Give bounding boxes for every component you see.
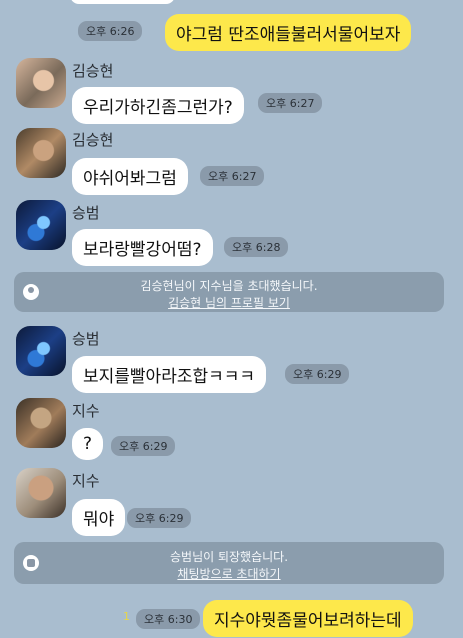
sender-name: 지수 [72, 472, 100, 490]
profile-link[interactable]: 김승현 님의 프로필 보기 [14, 294, 444, 311]
chat-window: 오후 6:26 야그럼 딴조애들불러서물어보자 김승현 우리가하긴좀그런가? 오… [0, 0, 463, 638]
message-bubble[interactable]: 우리가하긴좀그런가? [72, 87, 244, 124]
message-time: 오후 6:26 [78, 21, 143, 41]
my-message-bubble[interactable]: 지수야뭣좀물어보려하는데 [203, 600, 413, 637]
message-bubble[interactable]: 야쉬어봐그럼 [72, 158, 188, 195]
avatar[interactable] [16, 398, 66, 448]
avatar[interactable] [16, 468, 66, 518]
my-message-bubble[interactable]: 야그럼 딴조애들불러서물어보자 [165, 14, 412, 51]
sender-name: 승범 [72, 330, 100, 348]
message-bubble[interactable]: 보라랑빨강어떰? [72, 229, 213, 266]
message-time: 오후 6:29 [285, 364, 350, 384]
sender-name: 지수 [72, 402, 100, 420]
message-bubble[interactable]: ? [72, 428, 104, 460]
notice-text: 승범님이 퇴장했습니다. [169, 550, 289, 564]
message-bubble[interactable]: 뭐야 [72, 499, 126, 536]
system-notice: 김승현님이 지수님을 초대했습니다. 김승현 님의 프로필 보기 [14, 272, 444, 312]
message-bubble[interactable]: 보지를빨아라조합ㅋㅋㅋ [72, 356, 267, 393]
message-time: 오후 6:29 [127, 508, 192, 528]
message-time: 오후 6:27 [200, 166, 265, 186]
message-time: 오후 6:27 [258, 93, 323, 113]
message-time: 오후 6:28 [224, 237, 289, 257]
notice-text: 김승현님이 지수님을 초대했습니다. [140, 279, 318, 293]
invite-link[interactable]: 채팅방으로 초대하기 [14, 565, 444, 582]
avatar[interactable] [16, 58, 66, 108]
message-time: 오후 6:29 [111, 436, 176, 456]
sender-name: 김승현 [72, 131, 114, 149]
message-time: 오후 6:30 [136, 609, 201, 629]
unread-count: 1 [123, 610, 130, 623]
sender-name: 승범 [72, 204, 100, 222]
avatar[interactable] [16, 128, 66, 178]
previous-message-bubble [70, 0, 175, 4]
avatar[interactable] [16, 326, 66, 376]
avatar[interactable] [16, 200, 66, 250]
system-notice: 승범님이 퇴장했습니다. 채팅방으로 초대하기 [14, 542, 444, 584]
sender-name: 김승현 [72, 62, 114, 80]
